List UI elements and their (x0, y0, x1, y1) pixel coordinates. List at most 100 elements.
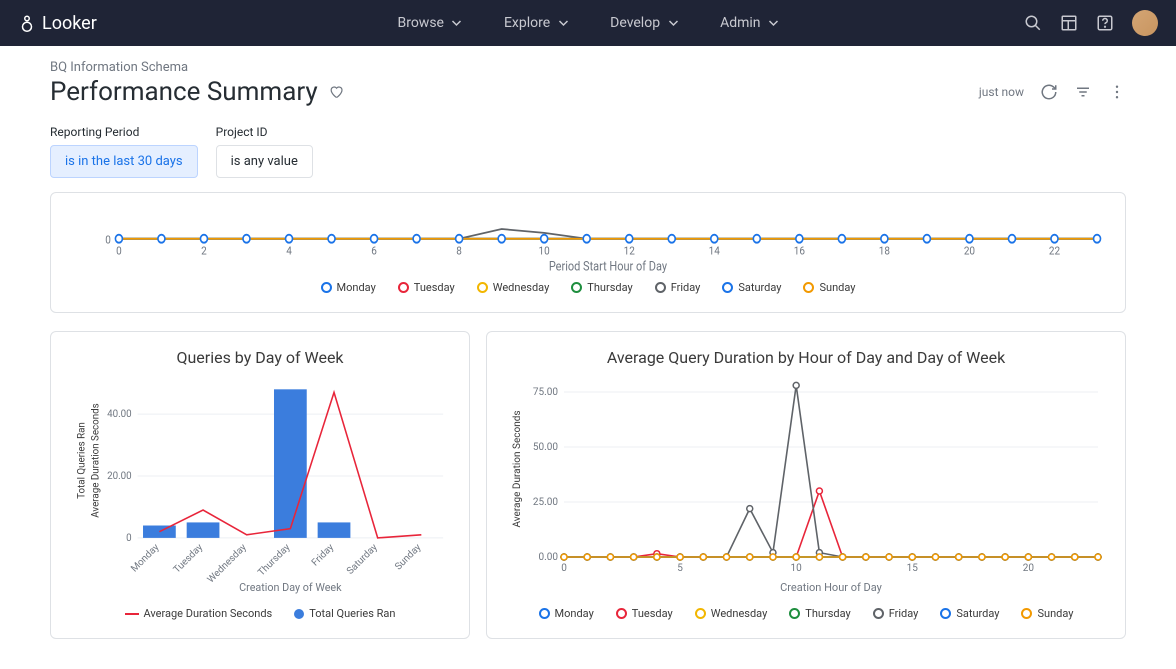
svg-text:Thursday: Thursday (256, 542, 293, 579)
legend-item[interactable]: Thursday (789, 607, 850, 620)
logo-text: Looker (42, 13, 97, 34)
svg-text:Average Duration Seconds: Average Duration Seconds (90, 403, 101, 517)
svg-text:40.00: 40.00 (107, 409, 132, 420)
filter-chip-project-id[interactable]: is any value (216, 145, 313, 178)
legend-label: Saturday (738, 281, 781, 294)
svg-text:14: 14 (709, 244, 720, 258)
legend-item[interactable]: Total Queries Ran (294, 607, 395, 620)
svg-text:Sunday: Sunday (393, 542, 424, 573)
legend-item[interactable]: Monday (321, 281, 376, 294)
logo[interactable]: Looker (18, 13, 97, 34)
avatar[interactable] (1132, 10, 1158, 36)
filter-icon[interactable] (1074, 83, 1092, 101)
legend-swatch (477, 282, 488, 293)
legend-swatch (294, 609, 304, 619)
legend-label: Saturday (956, 607, 999, 620)
legend-item[interactable]: Sunday (803, 281, 855, 294)
chevron-down-icon (668, 18, 678, 28)
svg-text:5: 5 (677, 563, 683, 574)
legend-swatch (940, 608, 951, 619)
legend-swatch (571, 282, 582, 293)
svg-text:0: 0 (126, 533, 132, 544)
layout-icon[interactable] (1060, 14, 1078, 32)
title-actions: just now (979, 83, 1126, 101)
legend-swatch (616, 608, 627, 619)
legend-label: Thursday (587, 281, 632, 294)
legend-swatch (398, 282, 409, 293)
legend-item[interactable]: Tuesday (616, 607, 673, 620)
legend-item[interactable]: Monday (539, 607, 594, 620)
svg-text:22: 22 (1049, 244, 1060, 258)
legend-label: Average Duration Seconds (144, 607, 273, 620)
svg-text:16: 16 (794, 244, 805, 258)
legend-item[interactable]: Saturday (940, 607, 999, 620)
chevron-down-icon (452, 18, 462, 28)
svg-text:Monday: Monday (129, 542, 162, 575)
legend-item[interactable]: Tuesday (398, 281, 455, 294)
svg-text:20: 20 (1023, 563, 1035, 574)
legend-swatch (1021, 608, 1032, 619)
svg-text:Wednesday: Wednesday (206, 542, 250, 586)
svg-text:12: 12 (624, 244, 635, 258)
svg-text:Tuesday: Tuesday (172, 542, 206, 576)
nav-browse[interactable]: Browse (397, 15, 461, 31)
legend-label: Thursday (805, 607, 850, 620)
svg-text:8: 8 (456, 244, 462, 258)
svg-text:Average Duration Seconds: Average Duration Seconds (512, 410, 523, 527)
legend-item[interactable]: Wednesday (477, 281, 550, 294)
legend-label: Tuesday (414, 281, 455, 294)
legend-dow: Average Duration Seconds Total Queries Ra… (69, 607, 451, 620)
help-icon[interactable] (1096, 14, 1114, 32)
svg-text:20.00: 20.00 (107, 471, 132, 482)
legend-swatch (695, 608, 706, 619)
filter-chip-reporting-period[interactable]: is in the last 30 days (50, 145, 198, 178)
legend-label: Sunday (1037, 607, 1073, 620)
legend-label: Monday (337, 281, 376, 294)
nav-develop[interactable]: Develop (610, 15, 678, 31)
legend-item[interactable]: Sunday (1021, 607, 1073, 620)
legend-item[interactable]: Friday (873, 607, 919, 620)
page-title: Performance Summary (50, 77, 318, 107)
filter-project-id: Project ID is any value (216, 125, 313, 178)
legend-item[interactable]: Thursday (571, 281, 632, 294)
legend-item[interactable]: Wednesday (695, 607, 768, 620)
legend-label: Wednesday (493, 281, 550, 294)
legend-label: Wednesday (711, 607, 768, 620)
svg-text:15: 15 (907, 563, 919, 574)
breadcrumb[interactable]: BQ Information Schema (50, 60, 1126, 75)
header: Looker Browse Explore Develop Admin (0, 0, 1176, 46)
last-run-text: just now (979, 85, 1024, 99)
svg-text:Total Queries Ran: Total Queries Ran (77, 422, 88, 499)
svg-text:75.00: 75.00 (533, 387, 558, 398)
panel-title: Queries by Day of Week (69, 348, 451, 367)
legend-swatch (539, 608, 550, 619)
legend-label: Friday (889, 607, 919, 620)
filter-bar: Reporting Period is in the last 30 days … (50, 125, 1126, 178)
search-icon[interactable] (1024, 14, 1042, 32)
panel-avg-duration: Average Query Duration by Hour of Day an… (486, 331, 1126, 639)
top-chart: 00246810121416182022Period Start Hour of… (69, 193, 1107, 273)
nav-explore[interactable]: Explore (504, 15, 568, 31)
legend-swatch (789, 608, 800, 619)
svg-text:Creation Day of Week: Creation Day of Week (239, 581, 342, 594)
main-nav: Browse Explore Develop Admin (397, 15, 778, 31)
favorite-icon[interactable] (328, 84, 344, 100)
svg-text:2: 2 (201, 244, 207, 258)
legend-label: Friday (671, 281, 701, 294)
more-icon[interactable] (1108, 83, 1126, 101)
legend-swatch (655, 282, 666, 293)
chevron-down-icon (558, 18, 568, 28)
legend-item[interactable]: Friday (655, 281, 701, 294)
refresh-icon[interactable] (1040, 83, 1058, 101)
svg-text:6: 6 (371, 244, 377, 258)
legend-label: Total Queries Ran (309, 607, 395, 620)
legend-days: Monday Tuesday Wednesday Thursday Friday Satu… (505, 607, 1107, 620)
nav-admin[interactable]: Admin (720, 15, 778, 31)
panels: 00246810121416182022Period Start Hour of… (0, 178, 1176, 669)
panel-title: Average Query Duration by Hour of Day an… (505, 348, 1107, 367)
legend-item[interactable]: Average Duration Seconds (125, 607, 273, 620)
legend-swatch (803, 282, 814, 293)
svg-text:10: 10 (539, 244, 550, 258)
legend-item[interactable]: Saturday (722, 281, 781, 294)
filter-reporting-period: Reporting Period is in the last 30 days (50, 125, 198, 178)
